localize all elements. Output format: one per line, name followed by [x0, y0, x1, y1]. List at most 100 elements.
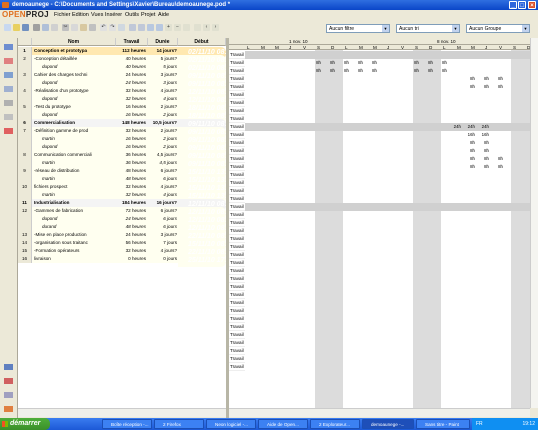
- work-hours-cell[interactable]: 8h: [461, 139, 475, 147]
- menu-inserer[interactable]: Insérer: [105, 10, 122, 20]
- view-resources-button[interactable]: [2, 70, 15, 80]
- grid-horizontal-scrollbar[interactable]: [229, 408, 530, 417]
- cell-id[interactable]: 3: [18, 71, 32, 79]
- cell-work[interactable]: 36 heures: [116, 159, 148, 167]
- work-hours-cell[interactable]: 8h: [461, 75, 475, 83]
- cut-icon[interactable]: ✂: [62, 24, 69, 31]
- work-hours-cell[interactable]: 8h: [475, 139, 489, 147]
- task-row[interactable]: 13 -Mise en place production 24 heures 3 jo…: [18, 231, 226, 243]
- cell-id[interactable]: [18, 215, 32, 223]
- work-hours-cell[interactable]: 8h: [419, 67, 433, 75]
- cell-duration[interactable]: 10,5 jours?: [148, 119, 178, 127]
- taskbar-item[interactable]: 2 Explorateur...: [310, 419, 360, 429]
- view-gantt-button[interactable]: [2, 42, 15, 52]
- task-row[interactable]: 4 -Réalisation d'un prototype 32 heures 4 j…: [18, 87, 226, 99]
- task-row[interactable]: 5 -Test du prototype 16 heures 2 jours? 18/1…: [18, 103, 226, 115]
- work-hours-cell[interactable]: 8h: [363, 67, 377, 75]
- work-hours-cell[interactable]: 8h: [335, 67, 349, 75]
- cell-work[interactable]: 48 heures: [116, 175, 148, 183]
- cell-duration[interactable]: 4,5 jours: [148, 159, 178, 167]
- cell-duration[interactable]: 5 jours?: [148, 55, 178, 63]
- cell-name[interactable]: durand: [32, 223, 116, 231]
- menu-edition[interactable]: Edition: [72, 10, 89, 20]
- view-report-button[interactable]: [2, 112, 15, 122]
- column-header-start[interactable]: Début: [178, 38, 226, 46]
- menu-projet[interactable]: Projet: [141, 10, 155, 20]
- view-wbs-button[interactable]: [2, 84, 15, 94]
- copy-icon[interactable]: [71, 24, 78, 31]
- cell-work[interactable]: 148 heures: [116, 119, 148, 127]
- cell-work[interactable]: 24 heures: [116, 71, 148, 79]
- view-rbs-button[interactable]: [2, 98, 15, 108]
- cell-start[interactable]: 25/11/10 17:00: [178, 255, 226, 267]
- cell-name[interactable]: dupond: [32, 143, 116, 151]
- assignment-row[interactable]: martin36 heures4,5 jours09/11/10 08:00: [18, 159, 226, 171]
- cell-work[interactable]: 0 heures: [116, 255, 148, 263]
- cell-duration[interactable]: 7 jours: [148, 239, 178, 247]
- start-button[interactable]: démarrer: [0, 418, 50, 430]
- cell-work[interactable]: 184 heures: [116, 199, 148, 207]
- work-hours-cell[interactable]: 8h: [307, 67, 321, 75]
- work-hours-cell[interactable]: 8h: [405, 67, 419, 75]
- cell-name[interactable]: Conception et prototypa: [32, 47, 116, 55]
- cell-work[interactable]: 32 heures: [116, 191, 148, 199]
- cell-work[interactable]: 40 heures: [116, 63, 148, 71]
- work-hours-cell[interactable]: 8h: [475, 147, 489, 155]
- cell-id[interactable]: [18, 175, 32, 183]
- group-select[interactable]: Aucun Groupe ▼: [466, 24, 530, 33]
- task-row[interactable]: 8 Communication commerciali 36 heures 4,5 j…: [18, 151, 226, 163]
- cell-duration[interactable]: 4,5 jours?: [148, 151, 178, 159]
- cell-duration[interactable]: 14 jours?: [148, 47, 178, 55]
- format-painter-icon[interactable]: [89, 24, 96, 31]
- cell-name[interactable]: -Réalisation d'un prototype: [32, 87, 116, 95]
- work-hours-cell[interactable]: 24h: [475, 123, 489, 131]
- task-row[interactable]: 15 -Formation opérateurs 32 heures 4 jours?…: [18, 247, 226, 259]
- open-icon[interactable]: [13, 24, 20, 31]
- arrow-left-icon[interactable]: ‹: [203, 24, 210, 31]
- work-hours-cell[interactable]: 8h: [335, 59, 349, 67]
- cell-id[interactable]: 6: [18, 119, 32, 127]
- cell-id[interactable]: [18, 143, 32, 151]
- cell-id[interactable]: [18, 191, 32, 199]
- work-hours-cell[interactable]: 8h: [321, 67, 335, 75]
- vertical-scrollbar[interactable]: [530, 38, 538, 408]
- view-network-button[interactable]: [2, 56, 15, 66]
- cell-id[interactable]: [18, 95, 32, 103]
- filter-icon[interactable]: [194, 24, 201, 31]
- cell-work[interactable]: 24 heures: [116, 231, 148, 239]
- cell-id[interactable]: 16: [18, 255, 32, 263]
- column-header-id[interactable]: [18, 38, 32, 46]
- cell-duration[interactable]: 2 jours: [148, 135, 178, 143]
- cell-id[interactable]: 4: [18, 87, 32, 95]
- cell-work[interactable]: 72 heures: [116, 207, 148, 215]
- work-hours-cell[interactable]: 8h: [307, 59, 321, 67]
- cell-duration[interactable]: 16 jours?: [148, 199, 178, 207]
- close-button[interactable]: ×: [528, 1, 536, 9]
- taskbar-item[interactable]: Sans titre - Paint: [416, 419, 470, 429]
- pdf-icon[interactable]: [51, 24, 58, 31]
- minimize-button[interactable]: _: [509, 1, 517, 9]
- undo-icon[interactable]: ↶: [100, 24, 107, 31]
- cell-id[interactable]: [18, 79, 32, 87]
- cell-name[interactable]: -Test du prototype: [32, 103, 116, 111]
- new-icon[interactable]: [4, 24, 11, 31]
- save-icon[interactable]: [22, 24, 29, 31]
- assignment-row[interactable]: dupond16 heures2 jours18/11/10 08:00: [18, 111, 226, 123]
- cell-work[interactable]: 16 heures: [116, 111, 148, 119]
- work-hours-cell[interactable]: 8h: [419, 59, 433, 67]
- menu-fichier[interactable]: Fichier: [54, 10, 71, 20]
- cell-name[interactable]: Industrialisation: [32, 199, 116, 207]
- cell-duration[interactable]: 0 jours: [148, 255, 178, 263]
- assignment-row[interactable]: dupond40 heures5 jours02/11/10 08:00: [18, 63, 226, 75]
- cell-id[interactable]: [18, 63, 32, 71]
- work-hours-cell[interactable]: 8h: [461, 147, 475, 155]
- work-hours-cell[interactable]: 8h: [461, 155, 475, 163]
- cell-id[interactable]: 12: [18, 207, 32, 215]
- cell-work[interactable]: 36 heures: [116, 151, 148, 159]
- cell-name[interactable]: dupond: [32, 111, 116, 119]
- taskbar-item-active[interactable]: demoaunege -...: [362, 419, 414, 429]
- assignment-row[interactable]: durand48 heures6 jours12/11/10 08:00: [18, 223, 226, 235]
- work-hours-cell[interactable]: 8h: [433, 67, 447, 75]
- cell-id[interactable]: 1: [18, 47, 32, 55]
- cell-work[interactable]: 112 heures: [116, 47, 148, 55]
